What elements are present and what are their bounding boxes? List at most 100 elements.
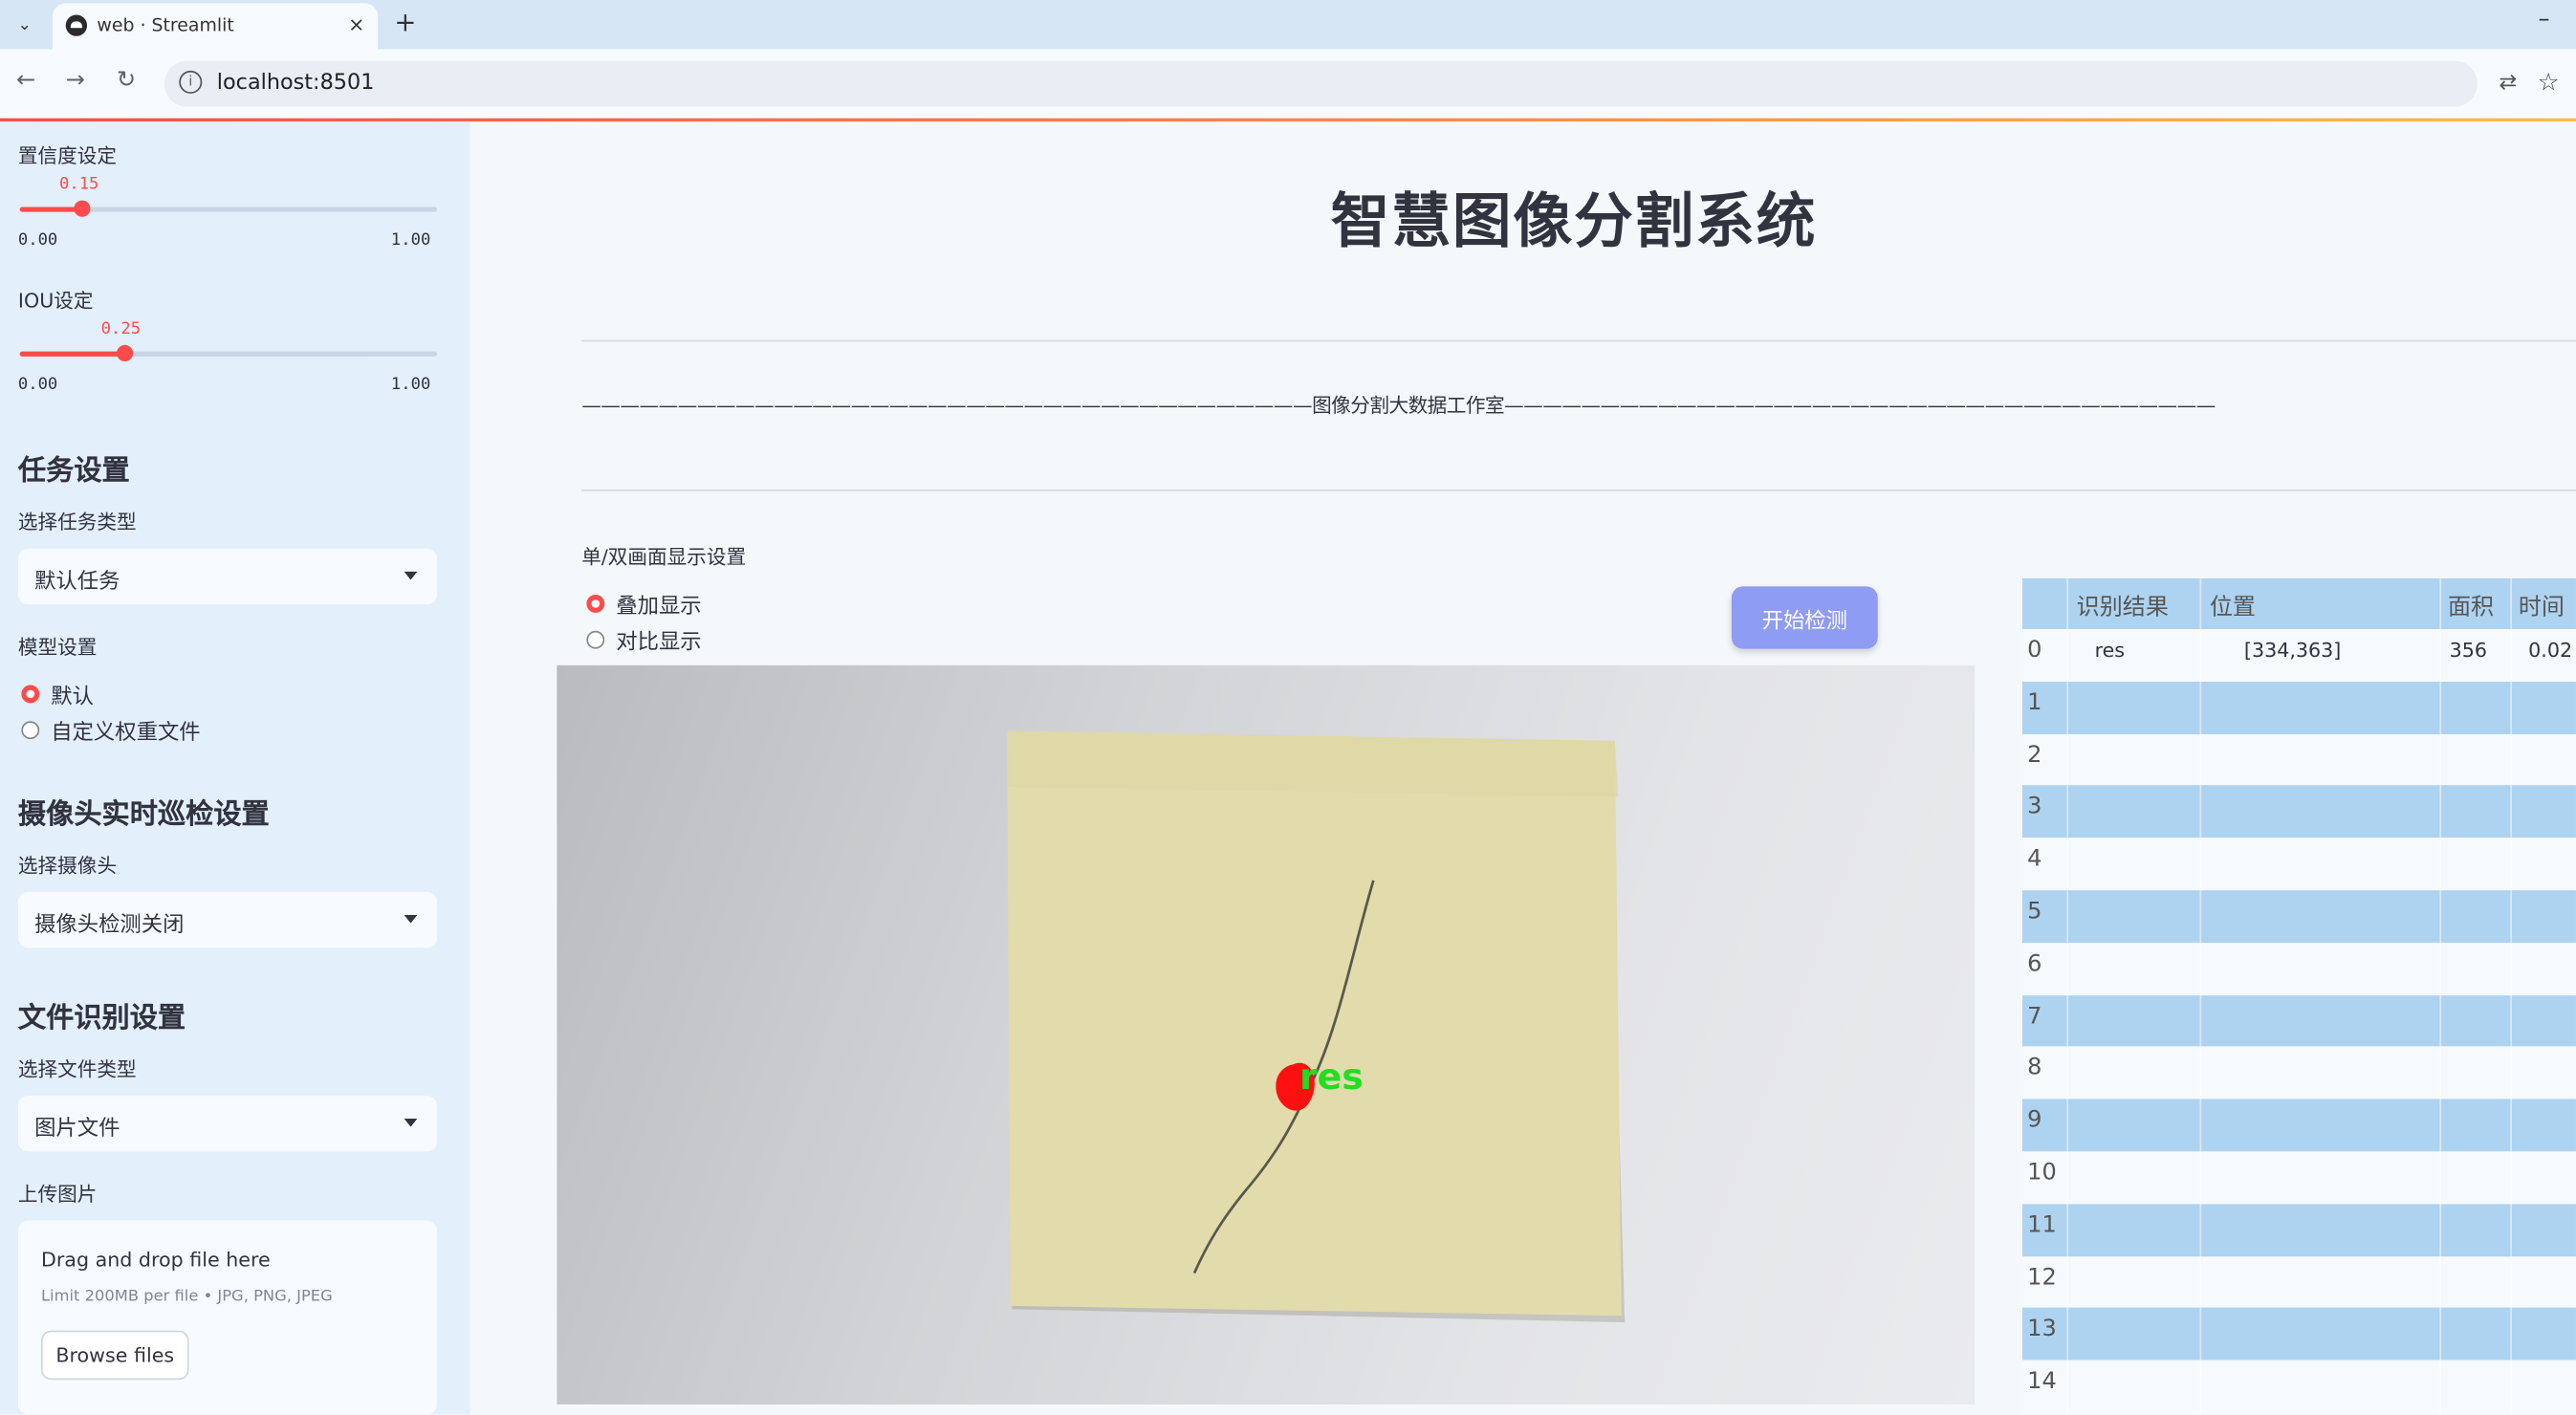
camera-section-title: 摄像头实时巡检设置	[17, 797, 270, 832]
task-type-label: 选择任务类型	[17, 511, 137, 534]
cell-position: [334,363]	[2243, 639, 2342, 663]
table-row: 6	[2021, 942, 2576, 995]
detection-label: res	[1299, 1056, 1364, 1098]
file-section-title: 文件识别设置	[17, 1002, 186, 1035]
display-option-compare: 对比显示	[616, 630, 702, 656]
column-divider	[2439, 577, 2442, 1415]
browser-toolbar: ← → ↻ i localhost:8501 ⇄ ☆	[0, 49, 2576, 120]
row-index: 4	[2027, 846, 2042, 873]
col-position: 位置	[2209, 594, 2256, 621]
row-index: 13	[2027, 1316, 2057, 1343]
file-type-select[interactable]: 图片文件	[17, 1095, 438, 1152]
row-index: 3	[2027, 794, 2042, 821]
translate-icon[interactable]: ⇄	[2499, 71, 2517, 96]
start-detection-button[interactable]: 开始检测	[1731, 586, 1878, 649]
iou-slider-thumb[interactable]	[116, 344, 133, 361]
row-index: 6	[2027, 950, 2042, 977]
table-row: 0 res [334,363] 356 0.02	[2021, 629, 2576, 682]
row-index: 14	[2027, 1368, 2057, 1395]
iou-max: 1.00	[390, 376, 431, 395]
column-divider	[2510, 577, 2512, 1415]
forward-icon[interactable]: →	[66, 67, 85, 93]
col-time: 时间	[2518, 594, 2565, 621]
camera-label: 选择摄像头	[17, 854, 118, 878]
cell-time: 0.02	[2528, 639, 2573, 663]
browser-tab[interactable]: web · Streamlit ×	[52, 3, 379, 50]
segmented-paper-image: res	[1007, 730, 1626, 1323]
url-text[interactable]: localhost:8501	[217, 71, 375, 96]
new-tab-icon[interactable]: +	[394, 7, 416, 38]
iou-label: IOU设定	[17, 289, 94, 313]
tab-title: web · Streamlit	[97, 14, 234, 36]
table-row: 5	[2021, 890, 2576, 943]
minimize-icon[interactable]: –	[2538, 7, 2549, 33]
upload-label: 上传图片	[17, 1183, 98, 1207]
page-title: 智慧图像分割系统	[1330, 188, 1818, 257]
site-info-icon[interactable]: i	[179, 70, 203, 94]
model-radio-default[interactable]: 默认	[21, 679, 94, 709]
confidence-label: 置信度设定	[17, 144, 118, 168]
streamlit-favicon-icon	[65, 14, 88, 36]
chevron-down-icon	[404, 571, 418, 580]
model-option-custom: 自定义权重文件	[51, 721, 201, 747]
column-divider	[2199, 577, 2202, 1415]
address-bar[interactable]: i localhost:8501	[164, 60, 2478, 107]
camera-select[interactable]: 摄像头检测关闭	[17, 891, 438, 948]
divider	[581, 489, 2576, 491]
table-row: 3	[2021, 785, 2576, 838]
browse-files-button[interactable]: Browse files	[40, 1330, 189, 1381]
confidence-slider-fill	[19, 207, 83, 212]
model-label: 模型设置	[17, 635, 98, 659]
result-image: res	[557, 664, 1976, 1404]
tab-list-chevron-icon[interactable]: ⌄	[10, 9, 39, 41]
display-option-overlay: 叠加显示	[616, 594, 702, 620]
radio-selected-icon	[586, 594, 605, 613]
cell-area: 356	[2449, 639, 2488, 663]
model-radio-custom[interactable]: 自定义权重文件	[21, 714, 201, 747]
row-index: 12	[2027, 1264, 2057, 1291]
table-row: 8	[2021, 1047, 2576, 1099]
table-row: 4	[2021, 838, 2576, 891]
display-radio-compare[interactable]: 对比显示	[586, 624, 702, 656]
file-type-value: 图片文件	[34, 1117, 120, 1143]
display-radio-overlay[interactable]: 叠加显示	[586, 588, 702, 620]
row-index: 10	[2027, 1159, 2057, 1186]
bookmark-star-icon[interactable]: ☆	[2538, 67, 2560, 97]
task-type-select[interactable]: 默认任务	[17, 548, 438, 605]
table-row: 13	[2021, 1308, 2576, 1361]
table-header: 识别结果 位置 面积 时间	[2021, 577, 2576, 630]
row-index: 1	[2027, 689, 2042, 716]
col-area: 面积	[2447, 594, 2495, 621]
back-icon[interactable]: ←	[16, 67, 35, 93]
row-index: 0	[2027, 637, 2042, 664]
confidence-slider-thumb[interactable]	[74, 200, 91, 217]
column-divider	[2066, 577, 2069, 1415]
chevron-down-icon	[404, 914, 418, 924]
table-row: 14	[2021, 1360, 2576, 1413]
confidence-slider[interactable]	[19, 200, 438, 217]
row-index: 7	[2027, 1003, 2042, 1030]
table-row: 7	[2021, 994, 2576, 1048]
iou-slider[interactable]	[19, 344, 438, 361]
iou-min: 0.00	[17, 376, 58, 395]
radio-unselected-icon	[586, 630, 605, 649]
task-section-title: 任务设置	[17, 454, 130, 489]
file-type-label: 选择文件类型	[17, 1057, 137, 1081]
close-tab-icon[interactable]: ×	[348, 13, 364, 36]
divider	[581, 339, 2576, 342]
task-type-value: 默认任务	[34, 570, 120, 595]
iou-value: 0.25	[100, 320, 142, 338]
chevron-down-icon	[404, 1119, 418, 1127]
file-uploader-dropzone[interactable]: Drag and drop file here Limit 200MB per …	[17, 1220, 438, 1415]
table-row: 9	[2021, 1099, 2576, 1152]
table-row: 12	[2021, 1255, 2576, 1309]
reload-icon[interactable]: ↻	[117, 67, 136, 93]
confidence-value: 0.15	[59, 175, 99, 194]
row-index: 11	[2027, 1211, 2057, 1239]
cell-result: res	[2094, 639, 2126, 663]
camera-value: 摄像头检测关闭	[34, 913, 185, 939]
table-row: 10	[2021, 1151, 2576, 1205]
confidence-min: 0.00	[17, 231, 58, 250]
radio-unselected-icon	[21, 721, 40, 740]
row-index: 5	[2027, 898, 2042, 925]
